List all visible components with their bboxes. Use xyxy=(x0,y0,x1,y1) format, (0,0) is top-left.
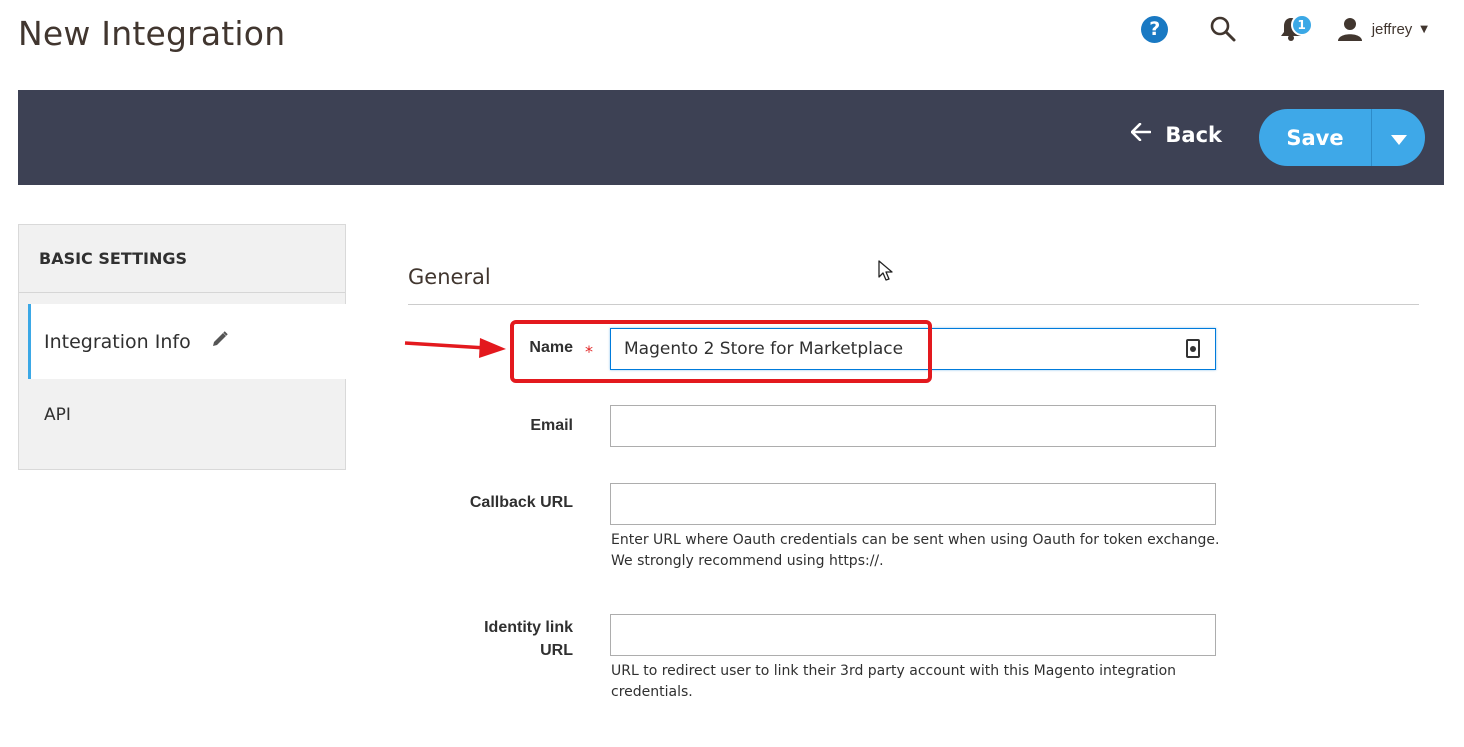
callback-url-input[interactable] xyxy=(610,483,1216,525)
back-label: Back xyxy=(1165,122,1222,147)
identity-link-url-label-line: Identity link xyxy=(484,619,573,636)
callback-url-note-line: Enter URL where Oauth credentials can be… xyxy=(611,532,1220,548)
sidebar: BASIC SETTINGS Integration Info API xyxy=(18,224,347,470)
arrow-left-icon xyxy=(1131,122,1152,147)
contact-card-icon[interactable] xyxy=(1186,339,1200,358)
mouse-cursor-icon xyxy=(878,260,893,281)
identity-link-url-label: Identity link URL xyxy=(430,616,573,662)
identity-link-url-note-line: URL to redirect user to link their 3rd p… xyxy=(611,663,1177,679)
callback-url-note-line: We strongly recommend using https://. xyxy=(611,553,884,569)
sidebar-item-label: Integration Info xyxy=(44,330,191,353)
identity-link-url-input[interactable] xyxy=(610,614,1216,656)
pencil-icon xyxy=(211,330,229,353)
page-actions-bar: Back Save xyxy=(18,90,1444,185)
search-button[interactable] xyxy=(1206,12,1240,46)
help-icon: ? xyxy=(1141,15,1169,43)
section-divider xyxy=(408,304,1419,305)
sidebar-item-api[interactable]: API xyxy=(44,405,71,425)
sidebar-divider xyxy=(19,292,345,293)
identity-link-url-note-line: credentials. xyxy=(611,684,693,700)
user-icon xyxy=(1337,18,1362,41)
sidebar-item-integration-info[interactable]: Integration Info xyxy=(28,304,347,379)
triangle-down-icon xyxy=(1390,134,1407,145)
email-label: Email xyxy=(530,417,573,434)
callback-url-note: Enter URL where Oauth credentials can be… xyxy=(611,530,1231,572)
name-label: Name xyxy=(529,339,573,356)
callback-url-label: Callback URL xyxy=(469,494,573,511)
save-button[interactable]: Save xyxy=(1259,109,1371,166)
search-icon xyxy=(1210,16,1236,42)
save-split-button: Save xyxy=(1259,109,1425,166)
notifications-button[interactable]: 1 xyxy=(1274,12,1313,46)
header-actions: ? 1 jeffrey ▼ xyxy=(1104,12,1428,46)
save-options-toggle[interactable] xyxy=(1372,109,1425,166)
sidebar-title: BASIC SETTINGS xyxy=(39,249,188,268)
help-button[interactable]: ? xyxy=(1138,12,1172,46)
section-title: General xyxy=(408,265,491,289)
page-title: New Integration xyxy=(18,14,286,53)
identity-link-url-label-line: URL xyxy=(540,642,573,659)
user-menu[interactable]: jeffrey ▼ xyxy=(1337,17,1428,41)
notifications-badge: 1 xyxy=(1290,14,1313,36)
user-name: jeffrey xyxy=(1371,20,1413,38)
identity-link-url-note: URL to redirect user to link their 3rd p… xyxy=(611,661,1231,703)
email-input[interactable] xyxy=(610,405,1216,447)
back-button[interactable]: Back xyxy=(1131,122,1222,147)
required-mark: * xyxy=(585,342,593,361)
caret-down-icon: ▼ xyxy=(1420,23,1428,35)
name-input[interactable] xyxy=(610,328,1216,370)
